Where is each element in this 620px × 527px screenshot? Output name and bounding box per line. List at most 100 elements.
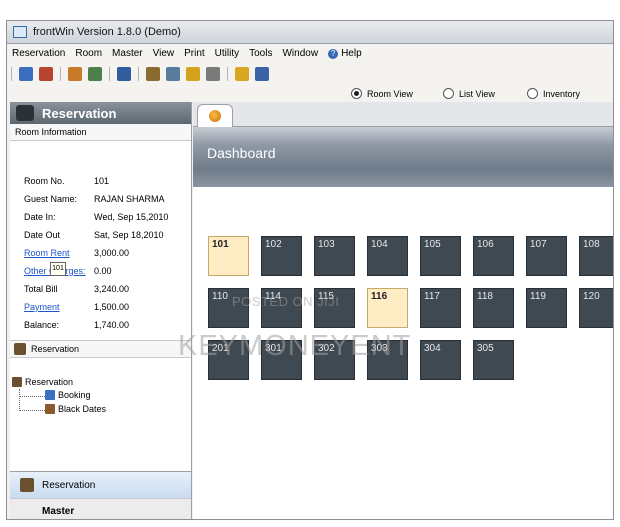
info-label: Total Bill xyxy=(24,284,58,294)
toolbar-separator xyxy=(60,67,61,81)
info-date-in: Date In: Wed, Sep 15,2010 xyxy=(24,212,168,222)
title-bar: frontWin Version 1.8.0 (Demo) xyxy=(7,21,613,44)
info-label: Guest Name: xyxy=(24,194,78,204)
lock-icon[interactable] xyxy=(235,67,249,81)
menu-window[interactable]: Window xyxy=(282,48,318,59)
room-tile[interactable]: 104 xyxy=(367,236,408,276)
menu-help[interactable]: ? Help xyxy=(328,48,362,59)
room-information-label: Room Information xyxy=(15,127,87,137)
room-view-radio[interactable]: Room View xyxy=(351,88,413,99)
room-tile[interactable]: 116 xyxy=(367,288,408,328)
info-room-no: Room No. 101 xyxy=(24,176,109,186)
edit-icon[interactable] xyxy=(19,67,33,81)
broom-icon[interactable] xyxy=(206,67,220,81)
info-value: Sat, Sep 18,2010 xyxy=(94,230,164,240)
room-tile[interactable]: 120 xyxy=(579,288,613,328)
room-view-label: Room View xyxy=(367,88,413,99)
menu-master[interactable]: Master xyxy=(112,48,143,59)
room-tile[interactable]: 119 xyxy=(526,288,567,328)
menu-print[interactable]: Print xyxy=(184,48,205,59)
black-dates-icon xyxy=(45,404,55,414)
card-icon[interactable] xyxy=(88,67,102,81)
inventory-radio[interactable]: Inventory xyxy=(527,88,580,99)
room-tile[interactable]: 110 xyxy=(208,288,249,328)
toolbar-separator xyxy=(138,67,139,81)
master-nav-label: Master xyxy=(42,506,75,517)
room-rent-link[interactable]: Room Rent xyxy=(24,248,94,258)
reservation-icon xyxy=(14,343,26,355)
reservation-nav-button[interactable]: Reservation xyxy=(10,471,191,498)
tree-root-reservation[interactable]: Reservation xyxy=(12,377,73,387)
menu-reservation[interactable]: Reservation xyxy=(12,48,65,59)
room-tile[interactable]: 108 xyxy=(579,236,613,276)
tab-dashboard[interactable] xyxy=(197,104,233,127)
info-label: Balance: xyxy=(24,320,60,330)
info-value: 1,740.00 xyxy=(94,320,130,330)
users-icon[interactable] xyxy=(146,67,160,81)
menu-tools[interactable]: Tools xyxy=(249,48,272,59)
room-tile[interactable]: 105 xyxy=(420,236,461,276)
dashboard-title: Dashboard xyxy=(207,145,276,161)
tree-item-booking[interactable]: Booking xyxy=(45,390,91,400)
menu-utility[interactable]: Utility xyxy=(215,48,239,59)
info-label: Date In: xyxy=(24,212,56,222)
reservation-icon xyxy=(20,478,34,492)
menu-view[interactable]: View xyxy=(153,48,175,59)
home-icon xyxy=(209,110,221,122)
window-title: frontWin Version 1.8.0 (Demo) xyxy=(33,26,181,38)
section-label: Reservation xyxy=(31,344,80,354)
payment-link[interactable]: Payment xyxy=(24,302,94,312)
room-tile[interactable]: 302 xyxy=(314,340,355,380)
info-balance: Balance: 1,740.00 xyxy=(24,320,129,330)
room-tile[interactable]: 101 xyxy=(208,236,249,276)
info-guest-name: Guest Name: RAJAN SHARMA xyxy=(24,194,165,204)
room-tile[interactable]: 114 xyxy=(261,288,302,328)
radio-icon xyxy=(527,88,538,99)
sidebar-header: Reservation xyxy=(10,102,191,124)
help-icon: ? xyxy=(328,48,339,59)
guest-icon[interactable] xyxy=(68,67,82,81)
room-tile[interactable]: 301 xyxy=(261,340,302,380)
room-tile[interactable]: 201 xyxy=(208,340,249,380)
main-panel: Dashboard 101 102 103 104 105 106 107 108 110 114… xyxy=(193,102,613,519)
toolbar-separator xyxy=(227,67,228,81)
inventory-label: Inventory xyxy=(543,88,581,99)
room-tile[interactable]: 102 xyxy=(261,236,302,276)
room-tile[interactable]: 117 xyxy=(420,288,461,328)
info-value: 3,240.00 xyxy=(94,284,130,294)
info-date-out: Date Out Sat, Sep 18,2010 xyxy=(24,230,164,240)
info-total-bill: Total Bill 3,240.00 xyxy=(24,284,129,294)
sidebar: Reservation Room Information Room No. 10… xyxy=(10,102,192,519)
info-other-charges: Other Charges: 0.00 xyxy=(24,266,112,276)
toolbar xyxy=(7,63,613,86)
notepad-icon[interactable] xyxy=(166,67,180,81)
info-label: Room No. xyxy=(24,176,65,186)
reservation-section-header[interactable]: Reservation xyxy=(10,340,191,358)
tree-connector xyxy=(19,396,45,397)
master-nav-button[interactable]: Master xyxy=(10,498,191,519)
search-icon[interactable] xyxy=(186,67,200,81)
room-tile[interactable]: 107 xyxy=(526,236,567,276)
room-tile[interactable]: 303 xyxy=(367,340,408,380)
room-tooltip: 101 xyxy=(50,262,66,276)
tree-root-label: Reservation xyxy=(25,377,74,387)
room-tile[interactable]: 304 xyxy=(420,340,461,380)
radio-icon xyxy=(443,88,454,99)
room-tile[interactable]: 305 xyxy=(473,340,514,380)
list-view-radio[interactable]: List View xyxy=(443,88,495,99)
menu-room[interactable]: Room xyxy=(75,48,102,59)
room-tile[interactable]: 118 xyxy=(473,288,514,328)
dashboard-header: Dashboard xyxy=(193,127,613,187)
room-tile[interactable]: 106 xyxy=(473,236,514,276)
tab-strip xyxy=(193,102,613,127)
printer-icon[interactable] xyxy=(39,67,53,81)
save-icon[interactable] xyxy=(255,67,269,81)
tree-item-label: Black Dates xyxy=(58,404,107,414)
tree-item-black-dates[interactable]: Black Dates xyxy=(45,404,106,414)
monitor-icon[interactable] xyxy=(117,67,131,81)
view-options-bar: Room View List View Inventory xyxy=(7,85,613,103)
room-tile[interactable]: 115 xyxy=(314,288,355,328)
room-tile[interactable]: 103 xyxy=(314,236,355,276)
info-value: 0.00 xyxy=(94,266,112,276)
tree-item-label: Booking xyxy=(58,390,91,400)
